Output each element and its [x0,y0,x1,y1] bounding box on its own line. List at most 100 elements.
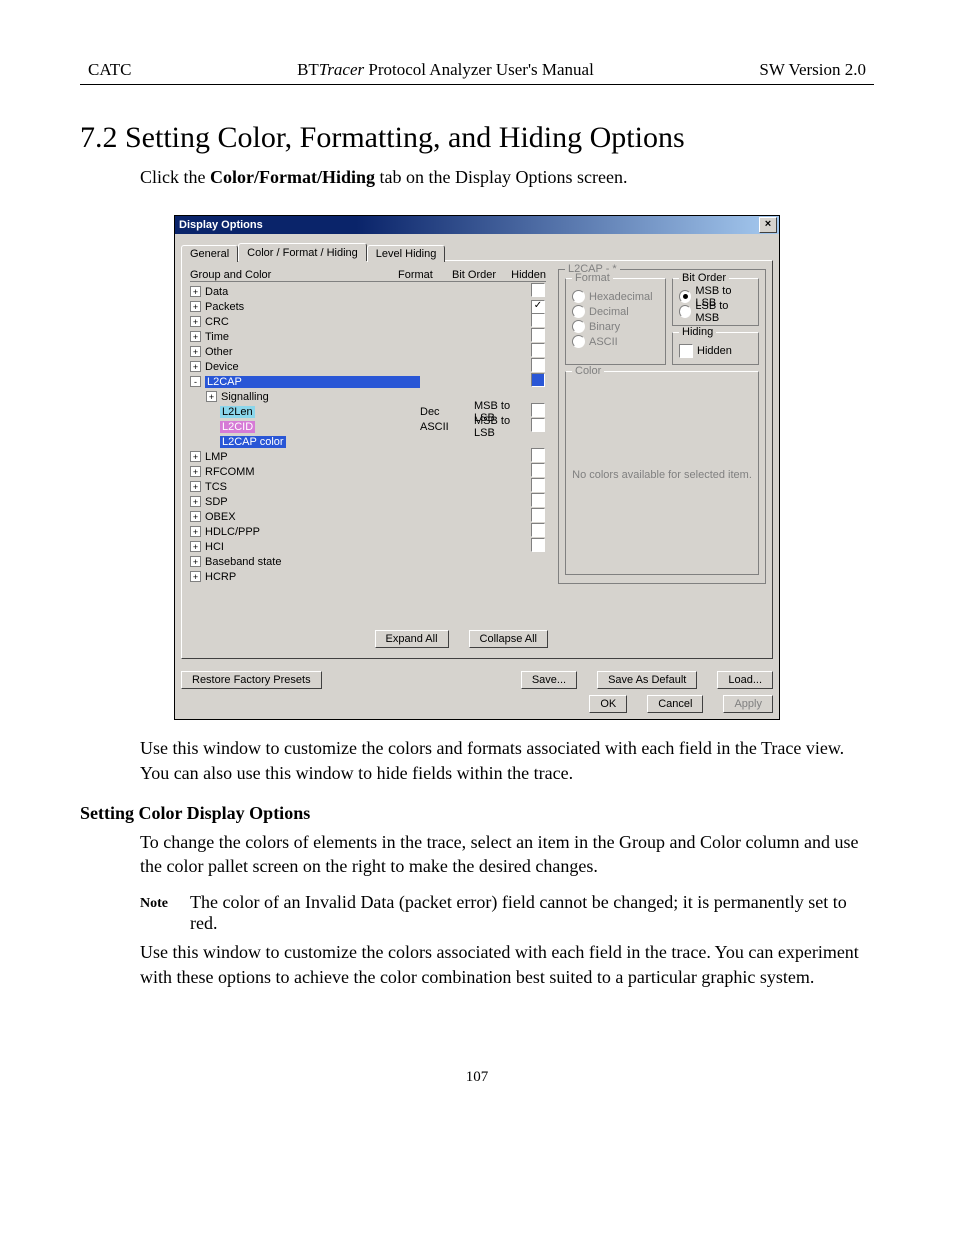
color-palette-area: No colors available for selected item. [572,382,752,568]
expand-icon[interactable]: + [190,361,201,372]
header-right: SW Version 2.0 [759,60,866,80]
hidden-checkbox[interactable] [531,358,545,372]
tree-item-hci[interactable]: +HCI [188,541,420,553]
tree-item-baseband[interactable]: +Baseband state [188,556,420,568]
col-group: Group and Color [190,269,398,282]
collapse-all-button[interactable]: Collapse All [469,630,548,648]
expand-icon[interactable]: + [190,466,201,477]
hidden-checkbox[interactable] [531,328,545,342]
tree-item-signalling[interactable]: +Signalling [188,391,420,403]
radio-bin[interactable]: Binary [572,319,659,334]
tree-item-hdlc[interactable]: +HDLC/PPP [188,526,420,538]
close-icon[interactable]: × [759,217,777,233]
radio-icon [572,335,585,348]
dialog-titlebar: Display Options × [175,216,779,234]
radio-icon [572,305,585,318]
tree-item-crc[interactable]: +CRC [188,316,420,328]
hidden-checkbox[interactable] [531,418,545,432]
apply-button[interactable]: Apply [723,695,773,713]
hiding-group: Hiding Hidden [672,332,759,365]
tree-item-sdp[interactable]: +SDP [188,496,420,508]
tree-header: Group and Color Format Bit Order Hidden [188,269,548,284]
hidden-checkbox[interactable] [531,508,545,522]
tab-color-format-hiding[interactable]: Color / Format / Hiding [238,243,367,261]
expand-icon[interactable]: + [190,496,201,507]
tab-panel: Group and Color Format Bit Order Hidden … [181,260,773,659]
header-center: BTTracer Protocol Analyzer User's Manual [131,60,759,80]
save-button[interactable]: Save... [521,671,577,689]
load-button[interactable]: Load... [717,671,773,689]
hidden-checkbox[interactable] [531,448,545,462]
tree-item-device[interactable]: +Device [188,361,420,373]
radio-icon [572,290,585,303]
tree-item-lmp[interactable]: +LMP [188,451,420,463]
expand-icon[interactable]: + [190,511,201,522]
cancel-button[interactable]: Cancel [647,695,703,713]
note-block: Note The color of an Invalid Data (packe… [140,892,874,934]
para-3: Use this window to customize the colors … [140,940,874,989]
tree-item-l2cap[interactable]: -L2CAP [188,376,420,388]
hidden-checkbox[interactable] [531,523,545,537]
expand-icon[interactable]: + [206,391,217,402]
expand-all-button[interactable]: Expand All [375,630,449,648]
para-1: Use this window to customize the colors … [140,736,874,785]
hidden-checkbox[interactable] [531,478,545,492]
restore-presets-button[interactable]: Restore Factory Presets [181,671,322,689]
hidden-checkbox[interactable] [531,373,545,387]
col-bitorder: Bit Order [452,269,506,282]
hidden-checkbox-row[interactable]: Hidden [679,343,752,358]
tree-item-time[interactable]: +Time [188,331,420,343]
radio-icon [572,320,585,333]
intro-line: Click the Color/Format/Hiding tab on the… [140,165,874,189]
tree-item-other[interactable]: +Other [188,346,420,358]
radio-lsb[interactable]: LSB to MSB [679,304,752,319]
tree-item-l2cap-color[interactable]: L2CAP color [188,436,420,448]
tab-strip: General Color / Format / Hiding Level Hi… [181,240,773,260]
radio-ascii[interactable]: ASCII [572,334,659,349]
bitorder-group: Bit Order MSB to LSB LSB to MSB [672,278,759,326]
save-as-default-button[interactable]: Save As Default [597,671,697,689]
ok-button[interactable]: OK [589,695,627,713]
expand-icon[interactable]: + [190,451,201,462]
expand-icon[interactable]: + [190,286,201,297]
expand-icon[interactable]: + [190,526,201,537]
expand-icon[interactable]: + [190,541,201,552]
hidden-checkbox[interactable]: ✓ [531,300,545,314]
radio-icon [679,290,691,303]
tab-general[interactable]: General [181,245,238,262]
tab-level-hiding[interactable]: Level Hiding [367,245,446,262]
expand-icon[interactable]: + [190,331,201,342]
checkbox-icon[interactable] [679,344,693,358]
tree-item-obex[interactable]: +OBEX [188,511,420,523]
hidden-checkbox[interactable] [531,493,545,507]
radio-dec[interactable]: Decimal [572,304,659,319]
expand-icon[interactable]: + [190,571,201,582]
radio-hex[interactable]: Hexadecimal [572,289,659,304]
tree-item-l2len[interactable]: L2Len [188,406,420,418]
tree-item-tcs[interactable]: +TCS [188,481,420,493]
expand-icon[interactable]: + [190,316,201,327]
header-left: CATC [88,60,131,80]
hidden-checkbox[interactable] [531,463,545,477]
expand-icon[interactable]: + [190,346,201,357]
tree-item-hcrp[interactable]: +HCRP [188,571,420,583]
note-label: Note [140,892,190,934]
subheading: Setting Color Display Options [80,803,874,824]
expand-icon[interactable]: + [190,301,201,312]
expand-icon[interactable]: + [190,481,201,492]
hidden-checkbox[interactable] [531,403,545,417]
format-group: Format Hexadecimal Decimal Binary ASCII [565,278,666,365]
tree-item-packets[interactable]: +Packets [188,301,420,313]
display-options-dialog: Display Options × General Color / Format… [174,215,780,720]
expand-icon[interactable]: + [190,556,201,567]
hidden-checkbox[interactable] [531,538,545,552]
running-header: CATC BTTracer Protocol Analyzer User's M… [80,60,874,85]
hidden-checkbox[interactable] [531,283,545,297]
tree-item-l2cid[interactable]: L2CID [188,421,420,433]
tree-item-data[interactable]: +Data [188,286,420,298]
para-2: To change the colors of elements in the … [140,830,874,879]
collapse-icon[interactable]: - [190,376,201,387]
tree-item-rfcomm[interactable]: +RFCOMM [188,466,420,478]
hidden-checkbox[interactable] [531,313,545,327]
hidden-checkbox[interactable] [531,343,545,357]
